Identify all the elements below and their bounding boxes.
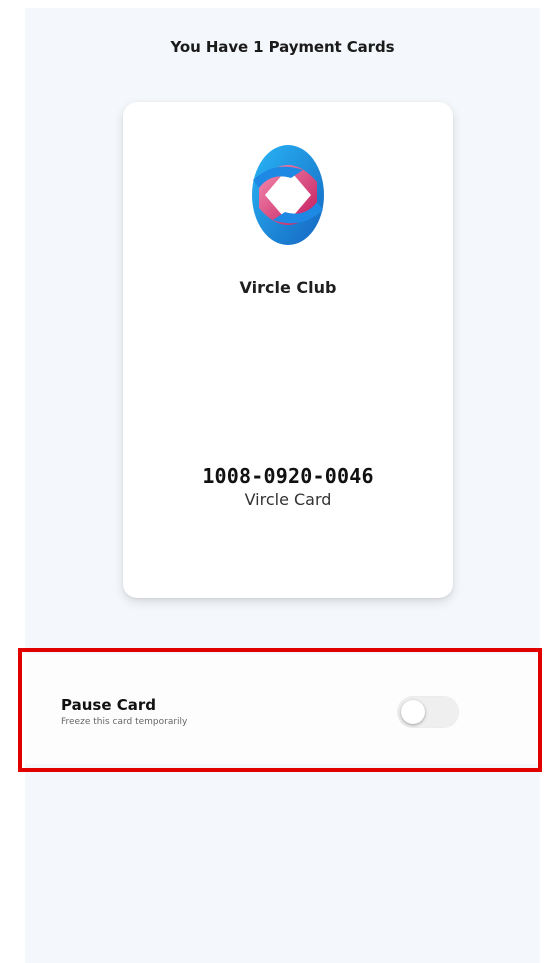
card-number: 1008-0920-0046 [202, 464, 374, 488]
page-title: You Have 1 Payment Cards [170, 38, 395, 56]
vircle-logo-icon [252, 145, 324, 245]
highlight-box [18, 648, 542, 772]
card-type-label: Vircle Card [244, 490, 332, 509]
club-name: Vircle Club [239, 278, 337, 297]
payment-cards-screen: You Have 1 Payment Cards Vircle Club 100… [25, 8, 540, 963]
payment-card[interactable]: Vircle Club 1008-0920-0046 Vircle Card [123, 102, 453, 598]
